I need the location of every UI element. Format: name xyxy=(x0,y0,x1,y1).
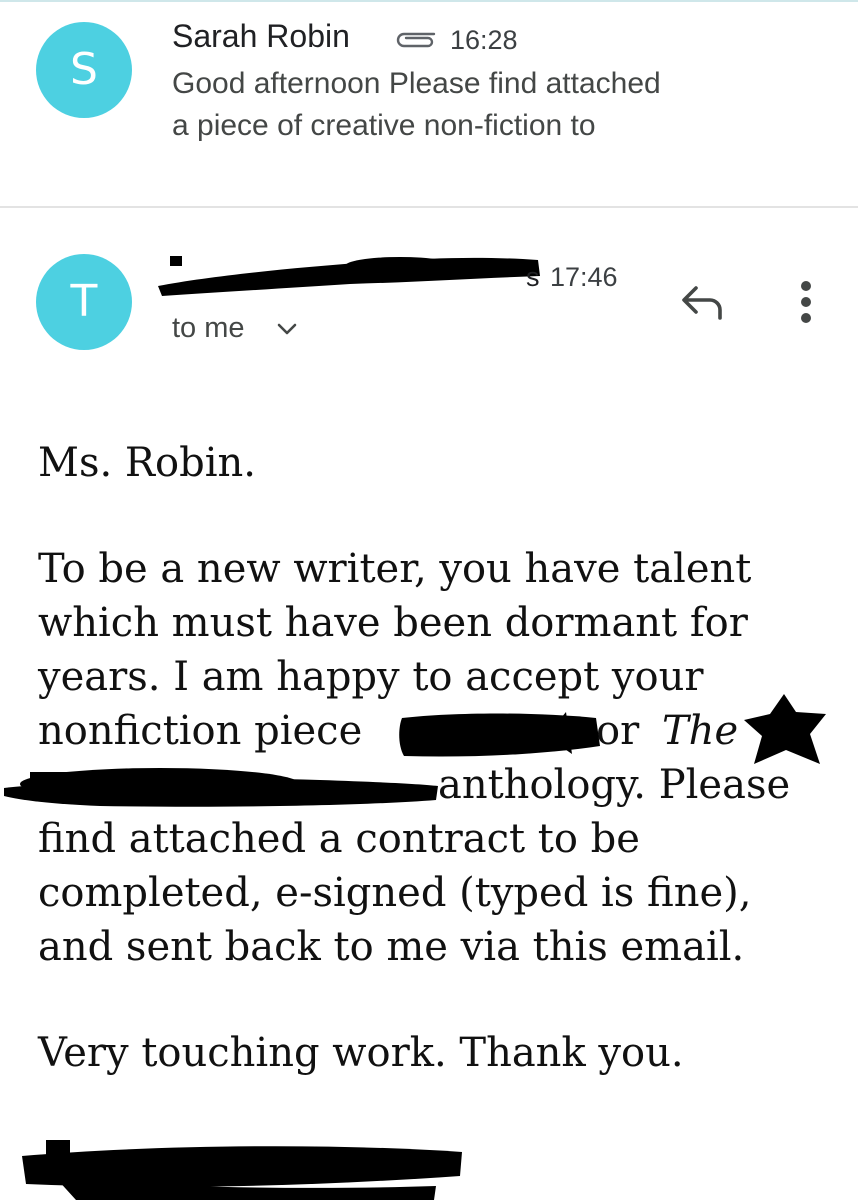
chevron-down-icon[interactable] xyxy=(276,322,298,336)
body-line: which must have been dormant for xyxy=(38,600,748,646)
body-line: To be a new writer, you have talent xyxy=(38,546,752,592)
body-line: completed, e-signed (typed is fine), xyxy=(38,870,752,916)
body-line: and sent back to me via this email. xyxy=(38,924,745,970)
snippet-line: a piece of creative non-fiction to xyxy=(172,109,596,142)
body-line: anthology. Please xyxy=(438,762,791,808)
avatar[interactable]: T xyxy=(36,254,132,350)
body-line: years. I am happy to accept your xyxy=(38,654,704,700)
body-line: Very touching work. Thank you. xyxy=(38,1030,684,1076)
recipient-label[interactable]: to me xyxy=(172,312,245,345)
redacted-anthology-name xyxy=(4,768,438,807)
message-time: 17:46 xyxy=(550,262,618,292)
body-line: find attached a contract to be xyxy=(38,816,640,862)
sender-name-fragment: s xyxy=(526,262,540,292)
body-line-fragment: or xyxy=(596,708,640,754)
redacted-piece-title xyxy=(399,712,600,757)
top-rule xyxy=(0,0,858,2)
message-time: 16:28 xyxy=(450,25,518,55)
reply-icon[interactable] xyxy=(678,282,728,322)
paperclip-icon xyxy=(396,32,436,48)
sender-name: Sarah Robin xyxy=(172,18,350,54)
snippet-line: Good afternoon Please find attached xyxy=(172,67,661,100)
redacted-signature xyxy=(22,1140,462,1200)
redacted-sender-name xyxy=(158,256,540,296)
more-vertical-icon[interactable] xyxy=(786,278,826,326)
avatar[interactable]: S xyxy=(36,22,132,118)
divider xyxy=(0,206,858,208)
anthology-title-fragment: The xyxy=(662,708,739,754)
greeting: Ms. Robin. xyxy=(38,440,256,486)
message-snippet: Good afternoon Please find attached a pi… xyxy=(172,63,792,147)
